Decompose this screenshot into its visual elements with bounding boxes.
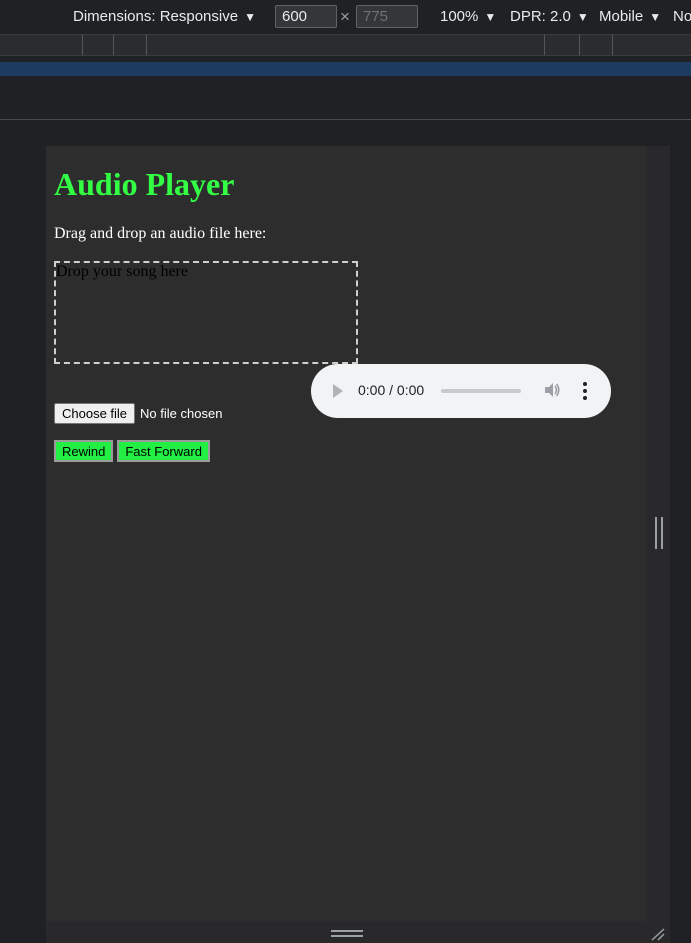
audio-player[interactable]: 0:00 / 0:00: [311, 364, 611, 418]
rewind-button[interactable]: Rewind: [54, 440, 114, 462]
throttle-dropdown[interactable]: No: [673, 8, 691, 25]
viewport-frame: Audio Player Drag and drop an audio file…: [0, 121, 691, 943]
device-type-dropdown[interactable]: Mobile ▼: [599, 8, 661, 25]
dimensions-label: Dimensions: Responsive: [73, 8, 239, 25]
dimensions-dropdown[interactable]: Dimensions: Responsive ▼: [73, 8, 256, 25]
media-query-bar[interactable]: [0, 62, 691, 76]
breakpoint-ruler[interactable]: [0, 34, 691, 56]
play-icon[interactable]: [333, 384, 343, 398]
volume-icon[interactable]: [543, 381, 561, 399]
file-status: No file chosen: [140, 406, 223, 421]
resize-handle-horizontal[interactable]: [331, 930, 363, 937]
emulated-page: Audio Player Drag and drop an audio file…: [46, 146, 646, 921]
times-icon: ×: [340, 7, 350, 26]
width-input[interactable]: 600: [275, 5, 337, 28]
dpr-dropdown[interactable]: DPR: 2.0 ▼: [510, 8, 589, 25]
chevron-down-icon: ▼: [649, 9, 662, 24]
chevron-down-icon: ▼: [576, 9, 589, 24]
height-input[interactable]: 775: [356, 5, 418, 28]
ruler-divider: [82, 35, 83, 55]
ruler-area: [0, 76, 691, 120]
playback-controls: Rewind Fast Forward: [54, 440, 210, 462]
choose-file-button[interactable]: Choose file: [54, 403, 136, 424]
drop-zone[interactable]: Drop your song here: [54, 261, 358, 364]
ruler-divider: [544, 35, 545, 55]
chevron-down-icon: ▼: [484, 9, 497, 24]
ruler-divider: [146, 35, 147, 55]
ruler-divider: [113, 35, 114, 55]
more-options-icon[interactable]: [581, 381, 589, 401]
page-title: Audio Player: [54, 166, 235, 202]
fast-forward-button[interactable]: Fast Forward: [117, 440, 210, 462]
audio-time-display: 0:00 / 0:00: [358, 382, 425, 398]
zoom-label: 100%: [440, 8, 479, 25]
drag-prompt: Drag and drop an audio file here:: [54, 225, 267, 242]
drop-zone-text: Drop your song here: [56, 263, 188, 280]
ruler-divider: [612, 35, 613, 55]
audio-progress-slider[interactable]: [441, 389, 521, 393]
device-toolbar: Dimensions: Responsive ▼ 600 × 775 100% …: [0, 0, 691, 34]
throttle-label: No: [673, 8, 691, 25]
dpr-label: DPR: 2.0: [510, 8, 571, 25]
ruler-divider: [579, 35, 580, 55]
zoom-dropdown[interactable]: 100% ▼: [440, 8, 496, 25]
chevron-down-icon: ▼: [244, 9, 256, 24]
resize-corner-icon[interactable]: [650, 927, 666, 941]
file-input: Choose file No file chosen: [54, 403, 222, 424]
device-type-label: Mobile: [599, 8, 644, 25]
resize-handle-vertical[interactable]: [655, 517, 663, 549]
